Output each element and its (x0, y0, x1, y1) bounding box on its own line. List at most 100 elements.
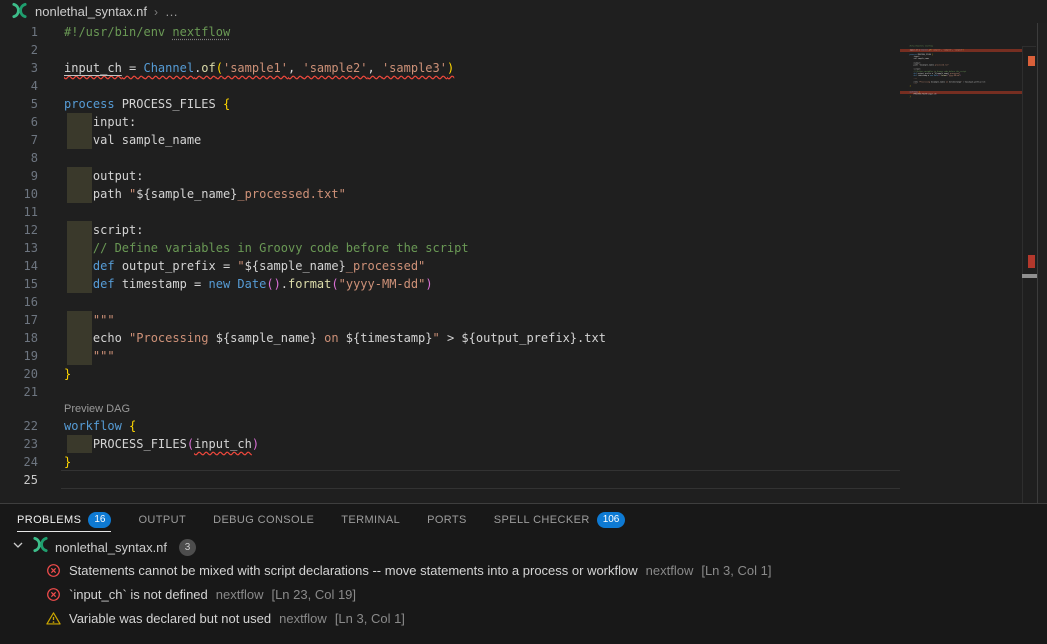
line-content: #!/usr/bin/env nextflow (64, 23, 230, 41)
line-number: 1 (0, 23, 38, 41)
breadcrumb-filename[interactable]: nonlethal_syntax.nf (35, 4, 147, 19)
code-token: output_prefix = (122, 259, 238, 273)
panel-tab-debug-console[interactable]: DEBUG CONSOLE (213, 504, 314, 536)
line-content: script: (64, 221, 143, 239)
code-token: 'sample2' (302, 61, 367, 75)
code-token: ) (425, 277, 432, 291)
line-number: 19 (0, 347, 38, 365)
line-content: def timestamp = new Date().format("yyyy-… (910, 74, 962, 76)
code-line[interactable]: 7 val sample_name (0, 131, 900, 149)
code-token: } (910, 96, 911, 98)
warning-icon (46, 611, 61, 626)
line-content: output: (64, 167, 143, 185)
line-content: """ (64, 347, 115, 365)
code-line[interactable]: 19 """ (0, 347, 900, 365)
indent-highlight (67, 329, 92, 347)
problem-row[interactable]: `input_ch` is not definednextflow[Ln 23,… (0, 582, 1047, 606)
indent-highlight (67, 347, 92, 365)
code-line[interactable]: 17 """ (0, 311, 900, 329)
problems-file-name: nonlethal_syntax.nf (55, 540, 167, 555)
code-line[interactable]: 9 output: (0, 167, 900, 185)
code-line[interactable]: 6 input: (0, 113, 900, 131)
code-token: > (440, 331, 462, 345)
line-content: """ (910, 83, 917, 85)
code-token: """ (914, 83, 917, 85)
code-line[interactable]: 12 script: (0, 221, 900, 239)
codelens-preview-dag[interactable]: Preview DAG (0, 401, 900, 417)
line-number: 13 (0, 239, 38, 257)
code-token: "yyyy-MM-dd" (948, 75, 960, 77)
code-token: ${output_prefix} (461, 331, 577, 345)
code-token: 'sample3' (382, 61, 447, 75)
code-line[interactable]: 2 (0, 41, 900, 59)
panel-tab-label: SPELL CHECKER (494, 514, 590, 526)
line-content: def output_prefix = "${sample_name}_proc… (64, 257, 425, 275)
code-token: input_ch (910, 49, 918, 51)
line-number: 20 (0, 365, 38, 383)
chevron-down-icon[interactable] (10, 537, 26, 558)
line-number: 10 (0, 185, 38, 203)
code-token: def (93, 259, 122, 273)
panel-tab-ports[interactable]: PORTS (427, 504, 467, 536)
code-line[interactable]: 21 (906, 87, 1004, 89)
code-line[interactable]: 15 def timestamp = new Date().format("yy… (0, 275, 900, 293)
overview-cursor-marker (1022, 274, 1037, 278)
problem-source: nextflow (646, 563, 694, 578)
code-line[interactable]: 25 (0, 471, 900, 489)
code-token: } (64, 367, 71, 381)
breadcrumb-more[interactable]: … (165, 4, 179, 19)
nextflow-file-icon (32, 536, 49, 558)
line-number: 15 (0, 275, 38, 293)
code-line[interactable]: 1 #!/usr/bin/env nextflow (0, 23, 900, 41)
code-token: } (910, 85, 911, 87)
panel-tab-output[interactable]: OUTPUT (138, 504, 186, 536)
code-line[interactable]: 5process PROCESS_FILES { (0, 95, 900, 113)
problem-row[interactable]: Variable was declared but not usednextfl… (0, 606, 1047, 630)
code-line[interactable]: 21 (0, 383, 900, 401)
code-line[interactable]: 8 (0, 149, 900, 167)
line-content: def timestamp = new Date().format("yyyy-… (64, 275, 433, 293)
line-content: echo "Processing ${sample_name} on ${tim… (910, 81, 986, 83)
code-line[interactable]: 18 echo "Processing ${sample_name} on ${… (0, 329, 900, 347)
line-content: path "${sample_name}_processed.txt" (910, 64, 949, 66)
minimap[interactable]: 1#!/usr/bin/env nextflow23input_ch = Cha… (900, 23, 1022, 526)
code-line[interactable]: 11 (0, 203, 900, 221)
code-token: ( (331, 277, 338, 291)
line-content: """ (64, 311, 115, 329)
code-token: ) (960, 75, 961, 77)
code-token: def (93, 277, 122, 291)
code-line[interactable]: 20} (0, 365, 900, 383)
code-token: ${timestamp} (949, 81, 961, 83)
code-line[interactable]: 22workflow { (0, 417, 900, 435)
tab-count-badge: 16 (88, 512, 111, 528)
problem-row[interactable]: Statements cannot be mixed with script d… (0, 558, 1047, 582)
code-line[interactable]: 14 def output_prefix = "${sample_name}_p… (0, 257, 900, 275)
indent-highlight (67, 239, 92, 257)
panel-tab-terminal[interactable]: TERMINAL (341, 504, 400, 536)
code-line[interactable]: 4 (0, 77, 900, 95)
code-editor[interactable]: 1 #!/usr/bin/env nextflow23input_ch = Cha… (0, 23, 1047, 503)
code-token: #!/usr/bin/env (910, 45, 925, 47)
line-number: 12 (0, 221, 38, 239)
line-content: } (910, 95, 911, 97)
code-line[interactable]: 3input_ch = Channel.of('sample1', 'sampl… (0, 59, 900, 77)
indent-highlight (67, 275, 92, 293)
line-number: 8 (0, 149, 38, 167)
problem-message: `input_ch` is not defined (69, 587, 208, 602)
code-line[interactable]: 10 path "${sample_name}_processed.txt" (0, 185, 900, 203)
code-line[interactable]: 24} (0, 453, 900, 471)
code-line[interactable]: 23 PROCESS_FILES(input_ch) (0, 435, 900, 453)
code-line[interactable]: 25 (906, 97, 1004, 99)
indent-highlight (67, 167, 92, 185)
problems-file-group[interactable]: nonlethal_syntax.nf 3 (0, 536, 1047, 558)
line-content: // Define variables in Groovy code befor… (64, 239, 469, 257)
code-token: 'sample2' (943, 49, 952, 51)
code-token: } (64, 455, 71, 469)
code-line[interactable]: 13 // Define variables in Groovy code be… (0, 239, 900, 257)
code-line[interactable]: 16 (0, 293, 900, 311)
line-content: val sample_name (64, 131, 201, 149)
code-token: process (64, 97, 122, 111)
panel-tab-spell-checker[interactable]: SPELL CHECKER106 (494, 504, 626, 536)
code-token: ${sample_name} (245, 259, 346, 273)
panel-tab-problems[interactable]: PROBLEMS16 (17, 504, 111, 536)
